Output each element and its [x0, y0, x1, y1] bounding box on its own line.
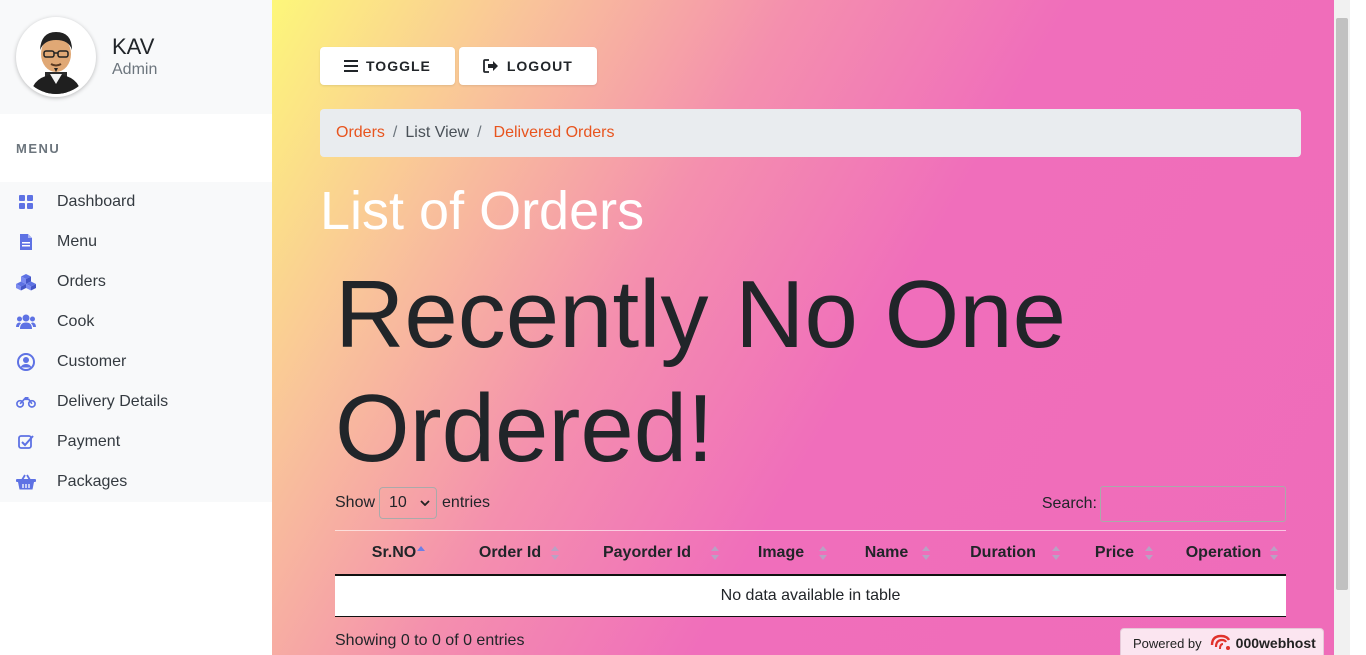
users-icon: [16, 312, 36, 332]
column-label: Name: [864, 543, 909, 561]
profile-role: Admin: [112, 61, 158, 78]
table-info: Showing 0 to 0 of 0 entries: [335, 632, 525, 649]
sidebar-item-label: Payment: [57, 433, 121, 450]
cubes-icon: [16, 272, 36, 292]
breadcrumb: Orders / List View / Delivered Orders: [320, 109, 1301, 157]
sidebar-item-cook[interactable]: Cook: [0, 302, 272, 342]
sidebar-item-label: Packages: [57, 473, 128, 490]
sidebar-item-orders[interactable]: Orders: [0, 262, 272, 302]
empty-orders-message: Recently No One Ordered!: [335, 261, 1067, 482]
hosting-badge[interactable]: Powered by 000webhost: [1120, 628, 1324, 655]
search-control: Search:: [1042, 486, 1286, 522]
basket-icon: [16, 472, 36, 492]
column-label: Payorder Id: [602, 543, 692, 561]
chevron-down-icon: [420, 500, 430, 506]
sidebar-item-menu[interactable]: Menu: [0, 222, 272, 262]
column-header-operation[interactable]: Operation: [1161, 530, 1286, 576]
avatar: [16, 17, 96, 97]
sort-icon: [1145, 545, 1153, 560]
logout-button-label: LOGOUT: [506, 58, 573, 74]
page-scrollbar[interactable]: [1334, 0, 1350, 655]
bars-icon: [344, 60, 358, 72]
check-square-icon: [16, 432, 36, 452]
column-label: Order Id: [478, 543, 542, 561]
datatable-controls: Show 10 entries Search:: [335, 486, 1286, 522]
sidebar-item-packages[interactable]: Packages: [0, 462, 272, 502]
column-label: Price: [1094, 543, 1135, 561]
profile-name: KAV: [112, 34, 155, 59]
sort-icon: [1052, 545, 1060, 560]
show-label: Show: [335, 494, 376, 511]
sidebar-item-label: Customer: [57, 353, 127, 370]
powered-by-label: Powered by: [1133, 635, 1202, 651]
page-length-control: Show 10 entries: [335, 487, 490, 519]
search-input[interactable]: [1100, 486, 1286, 522]
table-header: Sr.NO Order Id Payorder Id Image Name Du…: [335, 530, 1286, 576]
user-circle-icon: [16, 352, 36, 372]
sort-icon: [819, 545, 827, 560]
column-label: Duration: [970, 543, 1036, 561]
column-header-price[interactable]: Price: [1068, 530, 1161, 576]
sign-out-icon: [482, 59, 498, 73]
webhost-logo-icon: [1210, 634, 1230, 650]
column-label: Image: [757, 543, 805, 561]
sort-icon: [1270, 545, 1278, 560]
column-header-duration[interactable]: Duration: [938, 530, 1068, 576]
sidebar-item-dashboard[interactable]: Dashboard: [0, 182, 272, 222]
column-header-order-id[interactable]: Order Id: [453, 530, 567, 576]
breadcrumb-orders[interactable]: Orders: [336, 124, 385, 142]
breadcrumb-delivered-orders[interactable]: Delivered Orders: [494, 124, 615, 142]
main-content: TOGGLE LOGOUT Orders / List View / Deliv…: [272, 0, 1350, 655]
scrollbar-thumb[interactable]: [1336, 18, 1348, 590]
motorcycle-icon: [16, 392, 36, 412]
webhost-brand: 000webhost: [1235, 635, 1316, 651]
sort-icon: [922, 545, 930, 560]
toggle-button[interactable]: TOGGLE: [320, 47, 455, 85]
page-length-select[interactable]: 10: [379, 487, 438, 519]
sidebar-item-label: Dashboard: [57, 193, 136, 210]
search-label: Search:: [1041, 495, 1097, 512]
profile-card: KAV Admin: [0, 0, 272, 114]
file-icon: [16, 232, 36, 252]
sidebar-item-label: Menu: [57, 233, 98, 250]
orders-table: Sr.NO Order Id Payorder Id Image Name Du…: [335, 530, 1286, 617]
dashboard-icon: [16, 192, 36, 212]
breadcrumb-list-view: List View: [405, 124, 470, 141]
toggle-button-label: TOGGLE: [366, 58, 431, 74]
table-empty-row: No data available in table: [335, 576, 1286, 617]
breadcrumb-separator: /: [392, 124, 398, 141]
column-label: Sr.NO: [371, 543, 417, 561]
column-header-payorder-id[interactable]: Payorder Id: [567, 530, 727, 576]
sidebar-item-delivery-details[interactable]: Delivery Details: [0, 382, 272, 422]
page-length-value: 10: [389, 494, 407, 511]
column-header-image[interactable]: Image: [727, 530, 835, 576]
column-header-sr-no[interactable]: Sr.NO: [335, 530, 453, 576]
column-label: Operation: [1185, 543, 1262, 561]
menu-heading: MENU: [0, 114, 272, 182]
empty-table-message: No data available in table: [720, 587, 901, 604]
sidebar-item-label: Cook: [57, 313, 95, 330]
column-header-name[interactable]: Name: [835, 530, 938, 576]
sidebar-menu: Dashboard Menu Orders Cook Customer Deli…: [0, 182, 272, 502]
sort-icon: [711, 545, 719, 560]
page-title: List of Orders: [320, 181, 645, 241]
sort-icon: [551, 545, 559, 560]
logout-button[interactable]: LOGOUT: [458, 47, 597, 85]
sidebar-item-payment[interactable]: Payment: [0, 422, 272, 462]
sidebar-item-label: Delivery Details: [57, 393, 169, 410]
toolbar: TOGGLE LOGOUT: [320, 47, 597, 85]
breadcrumb-separator: /: [477, 124, 482, 141]
sidebar: KAV Admin MENU Dashboard Menu Orders Coo…: [0, 0, 272, 655]
entries-label: entries: [442, 494, 491, 511]
sidebar-item-label: Orders: [57, 273, 106, 290]
sidebar-item-customer[interactable]: Customer: [0, 342, 272, 382]
sort-asc-icon: [417, 545, 425, 551]
